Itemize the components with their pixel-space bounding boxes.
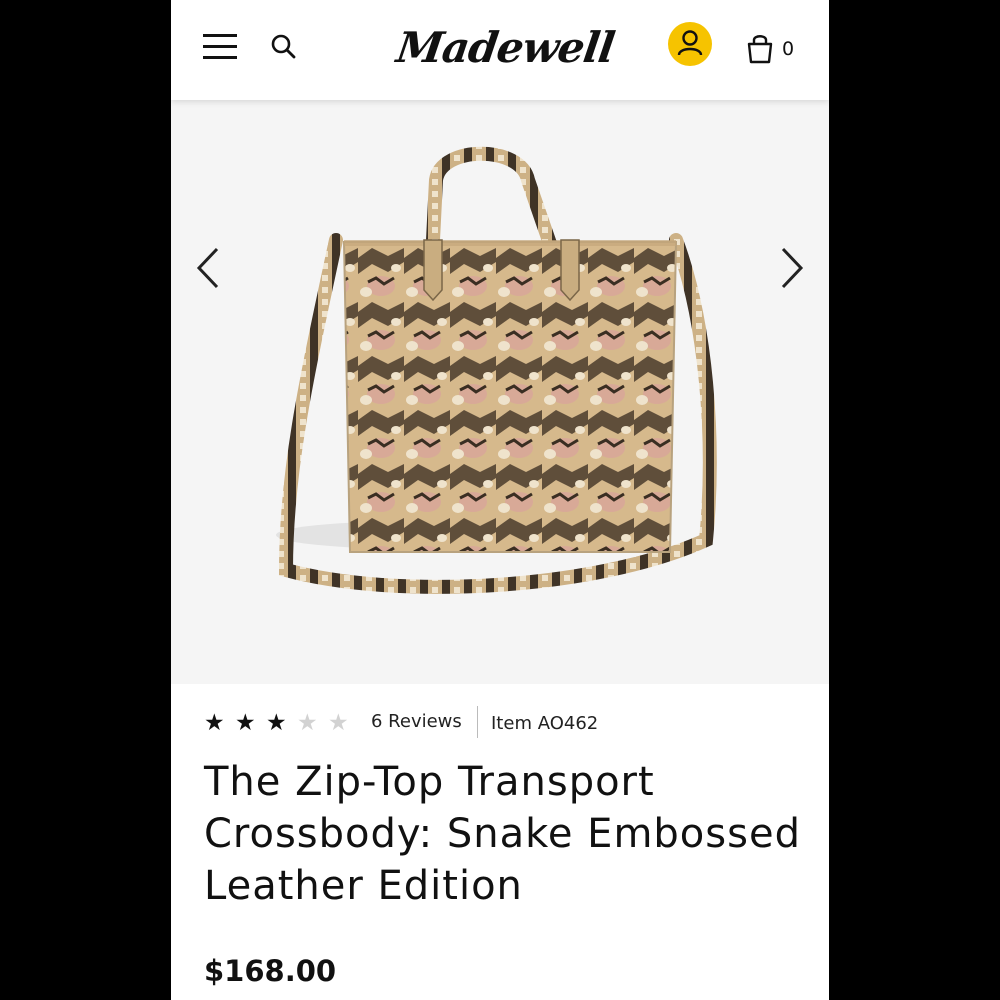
search-icon (271, 34, 296, 59)
star-icon: ★ (328, 710, 349, 736)
star-rating[interactable]: ★ ★ ★ ★ ★ (204, 708, 359, 738)
hamburger-icon-bar (203, 56, 237, 59)
chevron-right-icon (781, 247, 804, 289)
star-icon: ★ (266, 710, 287, 736)
cart-button[interactable] (745, 32, 775, 66)
star-icon: ★ (235, 710, 256, 736)
hamburger-icon-bar (203, 45, 237, 48)
divider (477, 706, 478, 738)
shopping-bag-icon (747, 35, 773, 64)
item-number: Item AO462 (491, 713, 599, 734)
chevron-left-icon (196, 247, 219, 289)
site-header: Madewell 0 (171, 0, 829, 100)
product-image (276, 146, 717, 594)
phone-screen: Madewell 0 ★ ★ ★ ★ ★ 6 Reviews Item AO46… (171, 0, 829, 1000)
product-price: $168.00 (204, 954, 337, 988)
user-icon (677, 30, 703, 56)
gallery-prev-button[interactable] (189, 243, 229, 293)
product-details: ★ ★ ★ ★ ★ 6 Reviews Item AO462 The Zip-Top T… (171, 684, 829, 1000)
menu-button[interactable] (203, 32, 239, 62)
hamburger-icon (203, 34, 237, 37)
star-icon: ★ (204, 710, 225, 736)
cart-count: 0 (782, 38, 795, 60)
search-button[interactable] (269, 32, 299, 62)
product-image-gallery (171, 100, 829, 684)
star-icon: ★ (297, 710, 318, 736)
madewell-logo[interactable]: Madewell (393, 18, 617, 78)
product-title: The Zip-Top Transport Crossbody: Snake E… (204, 759, 801, 909)
gallery-next-button[interactable] (771, 243, 811, 293)
account-button[interactable] (668, 22, 712, 66)
reviews-link[interactable]: 6 Reviews (371, 711, 462, 732)
